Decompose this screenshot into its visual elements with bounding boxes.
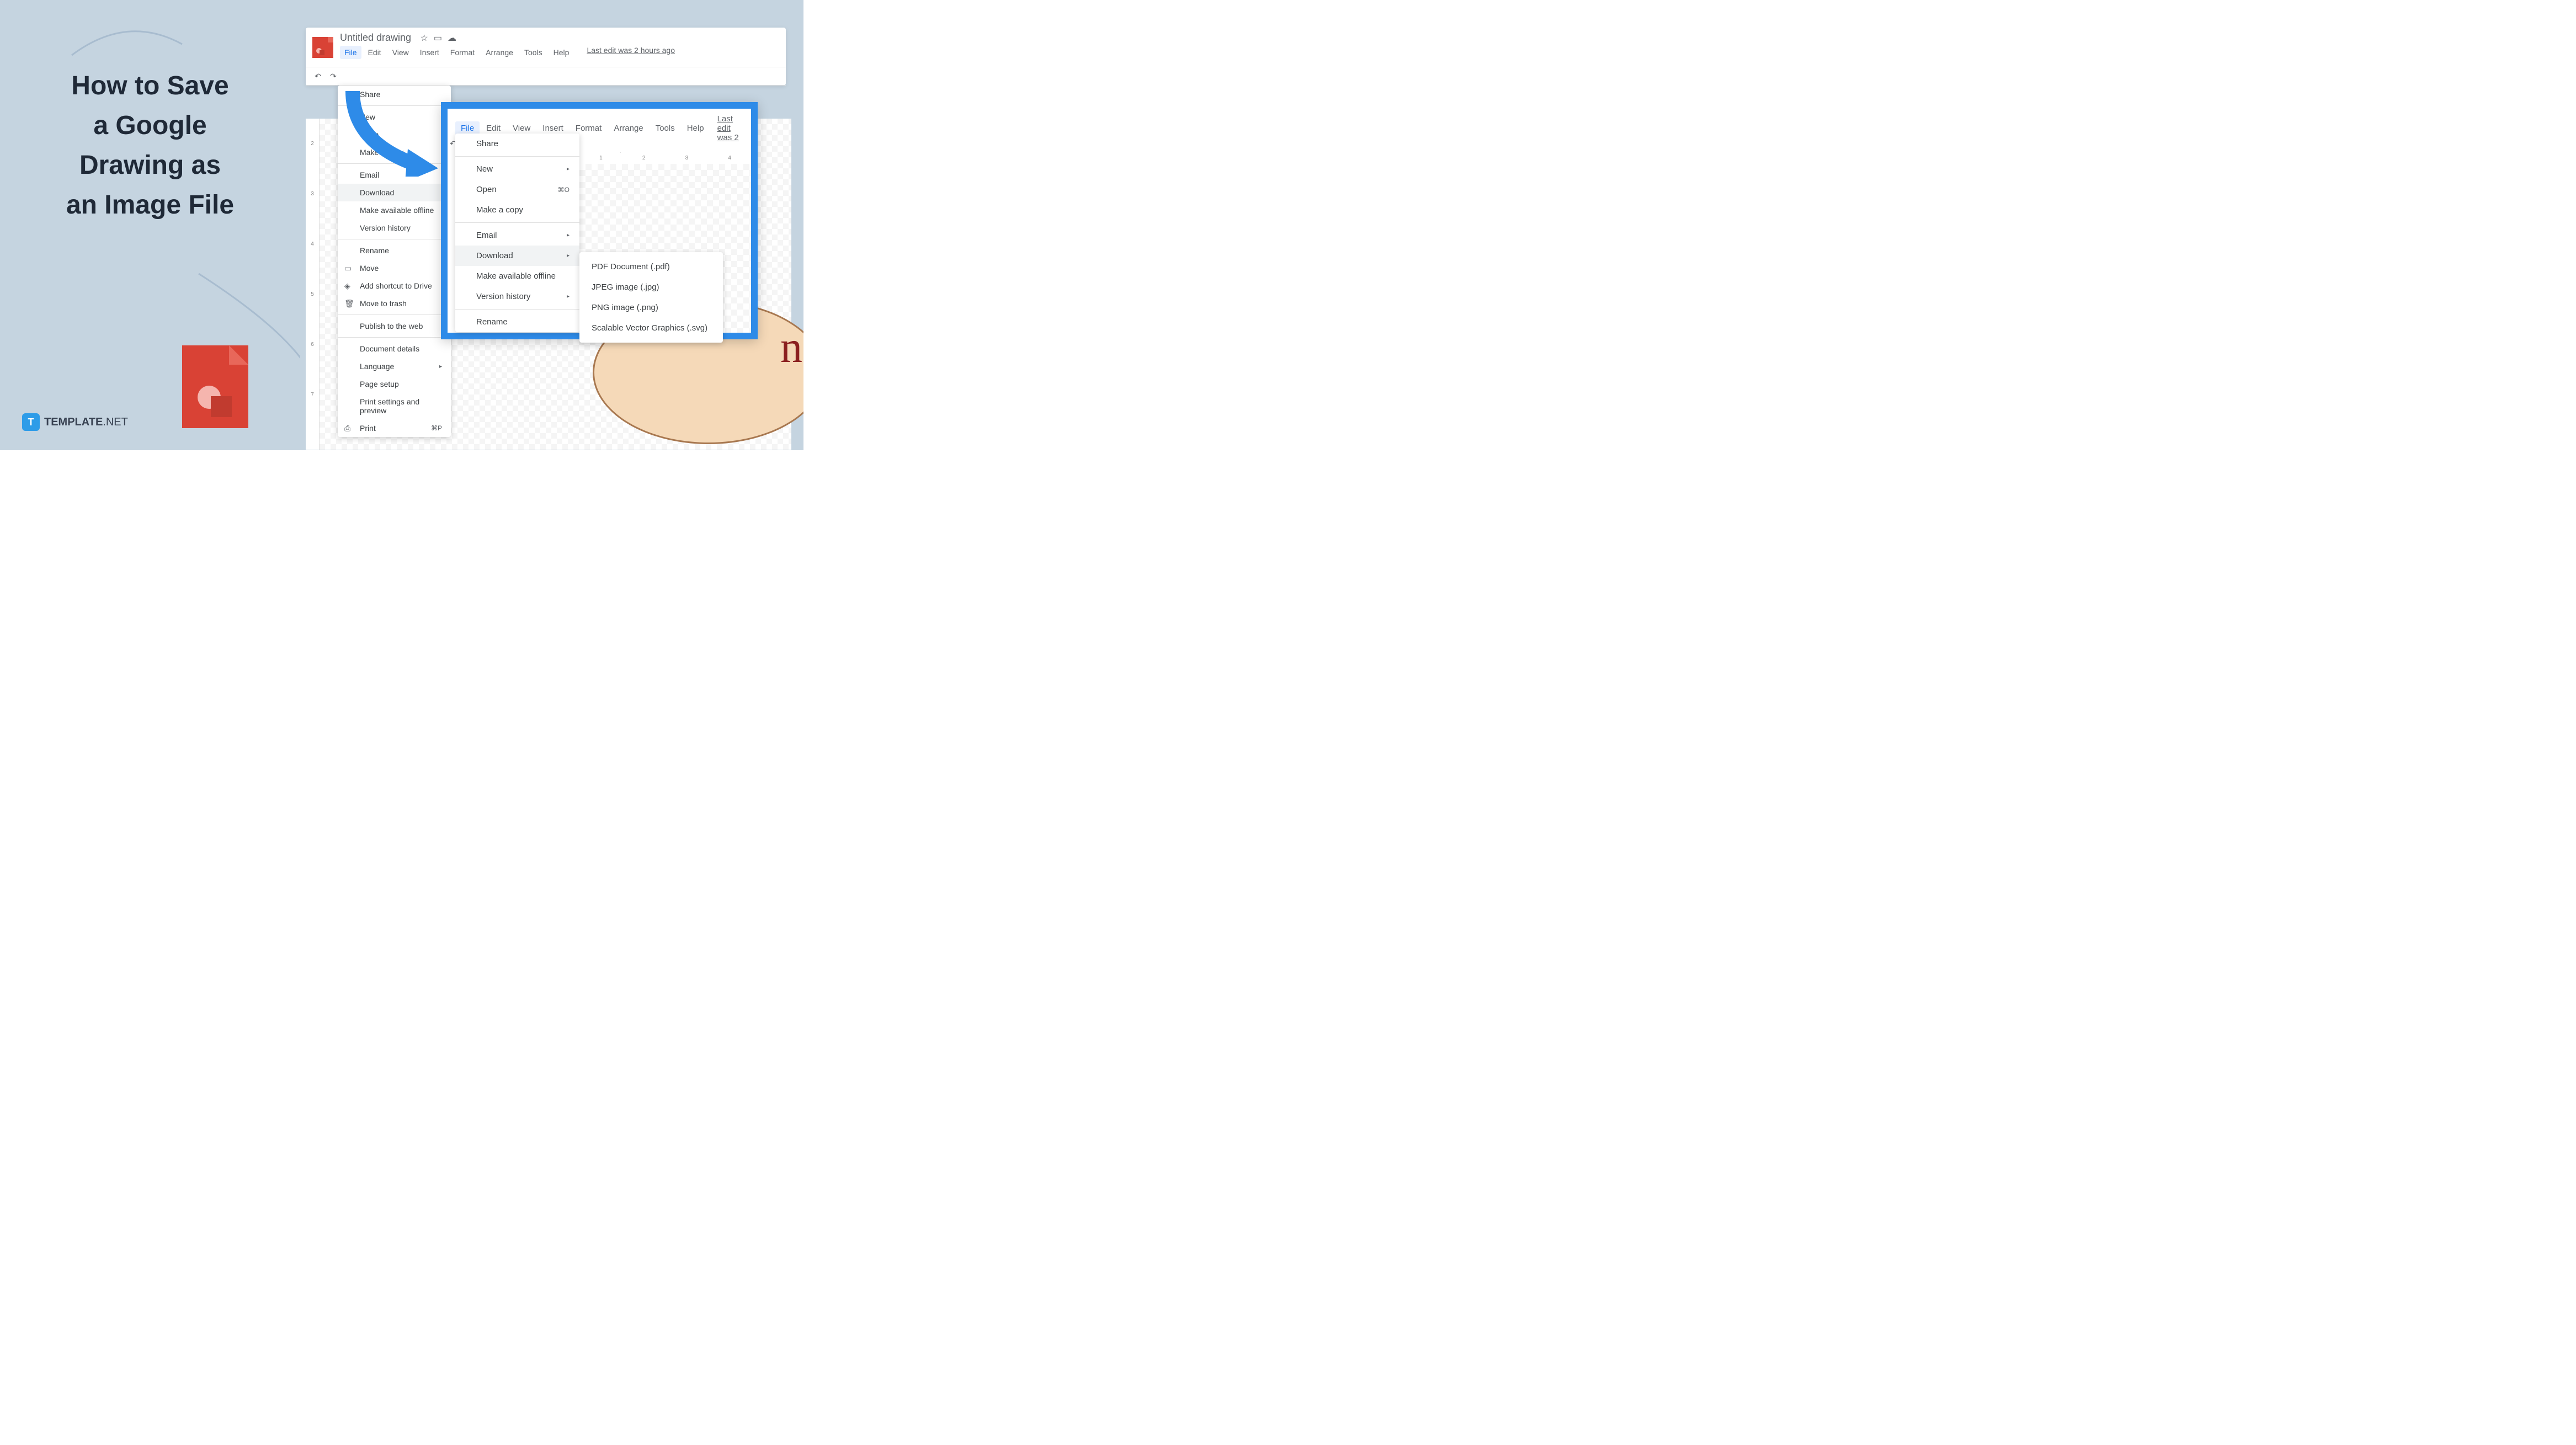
chevron-right-icon: ▸ — [439, 364, 442, 370]
menu-page-setup[interactable]: Page setup — [338, 375, 451, 393]
print-icon: ⎙ — [344, 424, 353, 433]
menu-format[interactable]: Format — [446, 46, 479, 59]
zoom-menu-tools[interactable]: Tools — [650, 121, 680, 135]
decorative-curve — [66, 11, 188, 66]
menu-publish[interactable]: Publish to the web — [338, 317, 451, 335]
menu-file[interactable]: File — [340, 46, 361, 59]
download-pdf[interactable]: PDF Document (.pdf) — [579, 257, 723, 277]
title-line-3: Drawing as — [22, 146, 278, 185]
zoom-menu-open[interactable]: Open⌘O — [455, 179, 579, 200]
zoom-menu-arrange[interactable]: Arrange — [608, 121, 648, 135]
zoom-menu-download[interactable]: Download▸ — [455, 246, 579, 266]
divider — [338, 314, 451, 315]
zoom-menu-share[interactable]: Share — [455, 134, 579, 154]
download-jpeg[interactable]: JPEG image (.jpg) — [579, 277, 723, 297]
download-png[interactable]: PNG image (.png) — [579, 297, 723, 318]
menu-print[interactable]: ⎙Print⌘P — [338, 419, 451, 437]
menu-download[interactable]: Download — [338, 184, 451, 201]
menu-document-details[interactable]: Document details — [338, 340, 451, 358]
menu-view[interactable]: View — [388, 46, 413, 59]
menu-edit[interactable]: Edit — [364, 46, 386, 59]
menu-language[interactable]: Language▸ — [338, 358, 451, 375]
divider — [455, 156, 579, 157]
menu-add-shortcut[interactable]: ◈Add shortcut to Drive — [338, 277, 451, 295]
toolbar: ↶ ↷ — [306, 67, 786, 86]
chevron-right-icon: ▸ — [567, 232, 570, 238]
main-container: How to Save a Google Drawing as an Image… — [0, 0, 803, 450]
google-drawings-icon — [182, 345, 248, 428]
undo-icon[interactable]: ↶ — [312, 71, 323, 82]
move-folder-icon[interactable]: ▭ — [434, 33, 442, 44]
drive-icon: ◈ — [344, 281, 353, 291]
canvas-text: n — [780, 323, 802, 373]
menu-print-settings[interactable]: Print settings and preview — [338, 393, 451, 419]
zoom-menu-make-copy[interactable]: Make a copy — [455, 200, 579, 220]
zoom-file-dropdown: Share New▸ Open⌘O Make a copy Email▸ Dow… — [455, 134, 579, 332]
zoom-menu-offline[interactable]: Make available offline — [455, 266, 579, 286]
cloud-status-icon[interactable]: ☁ — [448, 33, 456, 44]
chevron-right-icon: ▸ — [567, 253, 570, 259]
menu-tools[interactable]: Tools — [520, 46, 547, 59]
download-submenu: PDF Document (.pdf) JPEG image (.jpg) PN… — [579, 252, 723, 343]
zoom-ruler: 1 2 3 4 — [579, 153, 751, 164]
menu-insert[interactable]: Insert — [416, 46, 444, 59]
title-line-2: a Google — [22, 106, 278, 146]
chevron-right-icon: ▸ — [567, 294, 570, 300]
menu-help[interactable]: Help — [549, 46, 574, 59]
redo-icon[interactable]: ↷ — [328, 71, 339, 82]
menu-bar: File Edit View Insert Format Arrange Too… — [340, 46, 682, 62]
zoom-menu-new[interactable]: New▸ — [455, 159, 579, 179]
menu-rename[interactable]: Rename — [338, 242, 451, 259]
app-screenshot: Untitled drawing ☆ ▭ ☁ File Edit View In… — [306, 28, 786, 86]
zoom-menu-help[interactable]: Help — [682, 121, 710, 135]
zoom-last-edit[interactable]: Last edit was 2 — [717, 114, 743, 142]
divider — [455, 309, 579, 310]
menu-version-history[interactable]: Version history — [338, 219, 451, 237]
folder-icon: ▭ — [344, 264, 353, 273]
zoomed-callout: File Edit View Insert Format Arrange Too… — [441, 102, 758, 339]
divider — [338, 337, 451, 338]
logo-icon: T — [22, 413, 40, 431]
template-net-logo: T TEMPLATE.NET — [22, 413, 128, 431]
title-line-1: How to Save — [22, 66, 278, 106]
document-header: Untitled drawing ☆ ▭ ☁ File Edit View In… — [306, 28, 786, 67]
download-svg[interactable]: Scalable Vector Graphics (.svg) — [579, 318, 723, 338]
menu-move-trash[interactable]: 🗑Move to trash — [338, 295, 451, 312]
callout-arrow — [342, 88, 441, 177]
menu-offline[interactable]: Make available offline — [338, 201, 451, 219]
document-title[interactable]: Untitled drawing — [340, 32, 411, 43]
chevron-right-icon: ▸ — [567, 166, 570, 172]
divider — [455, 222, 579, 223]
last-edit-link[interactable]: Last edit was 2 hours ago — [587, 46, 675, 59]
title-line-4: an Image File — [22, 185, 278, 225]
zoom-menu-email[interactable]: Email▸ — [455, 225, 579, 246]
zoom-menu-version[interactable]: Version history▸ — [455, 286, 579, 307]
menu-move[interactable]: ▭Move — [338, 259, 451, 277]
zoom-menu-rename[interactable]: Rename — [455, 312, 579, 332]
right-panel: Untitled drawing ☆ ▭ ☁ File Edit View In… — [300, 0, 803, 450]
left-panel: How to Save a Google Drawing as an Image… — [0, 0, 300, 450]
drawings-app-icon[interactable] — [312, 37, 333, 58]
tutorial-title: How to Save a Google Drawing as an Image… — [22, 66, 278, 225]
logo-text: TEMPLATE.NET — [44, 416, 128, 429]
menu-arrange[interactable]: Arrange — [481, 46, 518, 59]
vertical-ruler: 2 3 4 5 6 7 — [306, 119, 320, 450]
star-icon[interactable]: ☆ — [421, 33, 428, 44]
trash-icon: 🗑 — [344, 299, 353, 308]
